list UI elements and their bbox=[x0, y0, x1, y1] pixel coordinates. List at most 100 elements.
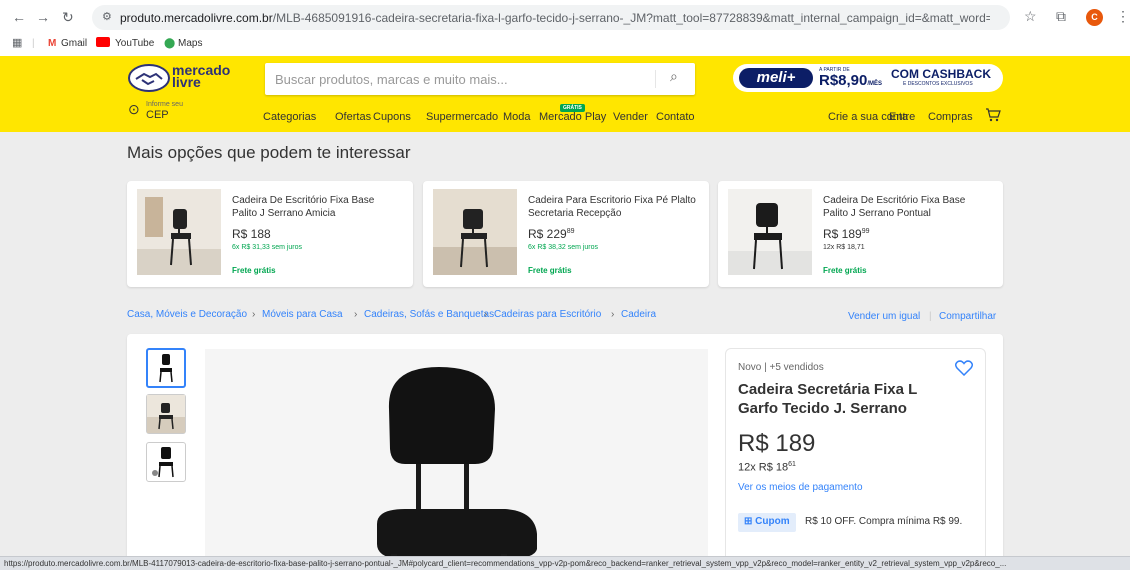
nav-moda[interactable]: Moda bbox=[503, 111, 531, 123]
bookmark-gmail[interactable]: Gmail bbox=[61, 38, 87, 49]
gallery-thumb-1[interactable] bbox=[146, 348, 186, 388]
profile-avatar[interactable]: C bbox=[1086, 9, 1103, 26]
cart-icon[interactable] bbox=[985, 108, 1001, 122]
product-condition: Novo | +5 vendidos bbox=[738, 362, 824, 373]
nav-mercado-play[interactable]: Mercado Play bbox=[539, 111, 606, 123]
reload-icon[interactable]: ↻ bbox=[62, 9, 74, 25]
card-price: R$ 18999 bbox=[823, 227, 870, 241]
nav-contato[interactable]: Contato bbox=[656, 111, 695, 123]
nav-purchases[interactable]: Compras bbox=[928, 111, 973, 123]
product-price: R$ 189 bbox=[738, 430, 816, 457]
sell-similar-link[interactable]: Vender um igual bbox=[848, 311, 920, 322]
nav-cupons[interactable]: Cupons bbox=[373, 111, 411, 123]
bookmark-star-icon[interactable]: ☆ bbox=[1024, 8, 1037, 24]
coupon-text: R$ 10 OFF. Compra mínima R$ 99. bbox=[805, 516, 963, 527]
share-link[interactable]: Compartilhar bbox=[939, 311, 996, 322]
recommendations-heading: Mais opções que podem te interessar bbox=[127, 143, 411, 162]
card-installments: 12x R$ 18,71 bbox=[823, 244, 865, 251]
nav-ofertas[interactable]: Ofertas bbox=[335, 111, 371, 123]
favorite-heart-icon[interactable] bbox=[955, 360, 973, 376]
maps-pin-icon: ⬤ bbox=[164, 38, 176, 49]
back-icon[interactable]: ← bbox=[12, 9, 26, 25]
location-selector[interactable]: ⊙ Informe seu CEP bbox=[128, 101, 248, 127]
card-price: R$ 22989 bbox=[528, 227, 575, 241]
bookmarks-bar: ▦ | M Gmail YouTube ⬤ Maps bbox=[0, 34, 1130, 56]
mercadolivre-logo[interactable]: mercado livre bbox=[128, 63, 230, 93]
nav-supermercado[interactable]: Supermercado bbox=[426, 111, 498, 123]
coupon-badge[interactable]: ⊞ Cupom bbox=[738, 513, 796, 532]
chevron-right-icon: › bbox=[354, 309, 358, 320]
installments-cents: 61 bbox=[788, 461, 796, 468]
breadcrumb-item[interactable]: Cadeiras, Sofás e Banquetas bbox=[364, 309, 494, 320]
meli-sub: E DESCONTOS EXCLUSIVOS bbox=[903, 81, 973, 87]
link-status-bar: https://produto.mercadolivre.com.br/MLB-… bbox=[0, 556, 1130, 570]
gmail-icon: M bbox=[48, 38, 57, 49]
youtube-icon bbox=[96, 37, 110, 47]
breadcrumb-item[interactable]: Móveis para Casa bbox=[262, 309, 343, 320]
bookmark-youtube[interactable]: YouTube bbox=[115, 38, 154, 49]
chevron-right-icon: › bbox=[484, 309, 488, 320]
breadcrumb-item[interactable]: Cadeiras para Escritório bbox=[494, 309, 601, 320]
card-price-value: R$ 189 bbox=[823, 227, 862, 241]
gallery-thumb-3[interactable] bbox=[146, 442, 186, 482]
search-icon[interactable]: ⌕ bbox=[670, 68, 678, 85]
card-price-cents: 89 bbox=[566, 228, 575, 235]
address-bar[interactable]: ⚙ produto.mercadolivre.com.br/MLB-468509… bbox=[92, 5, 1010, 30]
payment-methods-link[interactable]: Ver os meios de pagamento bbox=[738, 482, 863, 493]
nav-vender[interactable]: Vender bbox=[613, 111, 648, 123]
card-shipping: Frete grátis bbox=[232, 266, 276, 275]
chevron-right-icon: › bbox=[252, 309, 256, 320]
menu-kebab-icon[interactable]: ⋮ bbox=[1116, 8, 1130, 24]
meli-plus-badge: meli+ bbox=[739, 68, 813, 88]
product-installments: 12x R$ 1861 bbox=[738, 461, 796, 474]
search-divider bbox=[655, 70, 656, 88]
location-pin-icon: ⊙ bbox=[128, 101, 140, 117]
browser-chrome: ← → ↻ ⚙ produto.mercadolivre.com.br/MLB-… bbox=[0, 0, 1130, 56]
url-text[interactable]: produto.mercadolivre.com.br/MLB-46850919… bbox=[120, 11, 990, 25]
logo-text: mercado livre bbox=[172, 63, 230, 89]
card-installments: 6x R$ 38,32 sem juros bbox=[528, 244, 599, 251]
product-thumbnail bbox=[433, 189, 517, 275]
coupon-label: Cupom bbox=[755, 516, 790, 527]
meli-price-value: R$8,90 bbox=[819, 72, 868, 89]
forward-icon[interactable]: → bbox=[36, 9, 50, 25]
card-price-cents: 99 bbox=[861, 228, 870, 235]
recommendation-card[interactable]: Cadeira De Escritório Fixa Base Palito J… bbox=[718, 181, 1003, 287]
breadcrumb-item[interactable]: Cadeira bbox=[621, 309, 656, 320]
apps-grid-icon[interactable]: ▦ bbox=[12, 36, 22, 49]
bookmarks-divider: | bbox=[32, 38, 35, 49]
breadcrumb-item[interactable]: Casa, Móveis e Decoração bbox=[127, 309, 247, 320]
card-installments: 6x R$ 31,33 sem juros bbox=[232, 244, 303, 251]
meli-cashback: COM CASHBACK bbox=[891, 67, 991, 81]
location-line1: Informe seu bbox=[146, 101, 183, 108]
gallery-thumb-2[interactable] bbox=[146, 394, 186, 434]
product-title: Cadeira Secretária Fixa L Garfo Tecido J… bbox=[738, 381, 917, 417]
installments-value: 12x R$ 18 bbox=[738, 461, 789, 474]
search-input[interactable]: Buscar produtos, marcas e muito mais... bbox=[275, 72, 508, 87]
card-shipping: Frete grátis bbox=[823, 266, 867, 275]
card-price-value: R$ 188 bbox=[232, 227, 271, 241]
coupon-ticket-icon: ⊞ bbox=[744, 516, 753, 527]
main-product-image[interactable] bbox=[205, 349, 708, 570]
recommendation-card[interactable]: Cadeira Para Escritorio Fixa Pé Plalto S… bbox=[423, 181, 709, 287]
recommendation-card[interactable]: Cadeira De Escritório Fixa Base Palito J… bbox=[127, 181, 413, 287]
meli-period: /MÊS bbox=[867, 81, 883, 87]
card-shipping: Frete grátis bbox=[528, 266, 572, 275]
extensions-icon[interactable]: ⧉ bbox=[1056, 8, 1066, 24]
site-info-icon[interactable]: ⚙ bbox=[102, 10, 116, 24]
nav-categorias-label: Categorias bbox=[263, 111, 317, 123]
card-title: Cadeira Para Escritorio Fixa Pé Plalto S… bbox=[528, 195, 696, 219]
bookmark-maps[interactable]: Maps bbox=[178, 38, 202, 49]
handshake-logo-icon bbox=[128, 64, 170, 92]
meli-price: R$8,90/MÊS bbox=[819, 72, 882, 89]
card-title: Cadeira De Escritório Fixa Base Palito J… bbox=[823, 195, 966, 219]
card-title: Cadeira De Escritório Fixa Base Palito J… bbox=[232, 195, 375, 219]
search-box[interactable]: Buscar produtos, marcas e muito mais... … bbox=[265, 63, 695, 95]
meli-plus-banner[interactable]: meli+ A PARTIR DE R$8,90/MÊS COM CASHBAC… bbox=[733, 64, 1003, 92]
card-price-value: R$ 229 bbox=[528, 227, 567, 241]
product-thumbnail bbox=[728, 189, 812, 275]
url-host: produto.mercadolivre.com.br bbox=[120, 11, 273, 25]
nav-categorias[interactable]: Categorias ⌄ bbox=[263, 111, 316, 123]
url-path: /MLB-4685091916-cadeira-secretaria-fixa-… bbox=[272, 11, 990, 25]
nav-login[interactable]: Entre bbox=[889, 111, 915, 123]
